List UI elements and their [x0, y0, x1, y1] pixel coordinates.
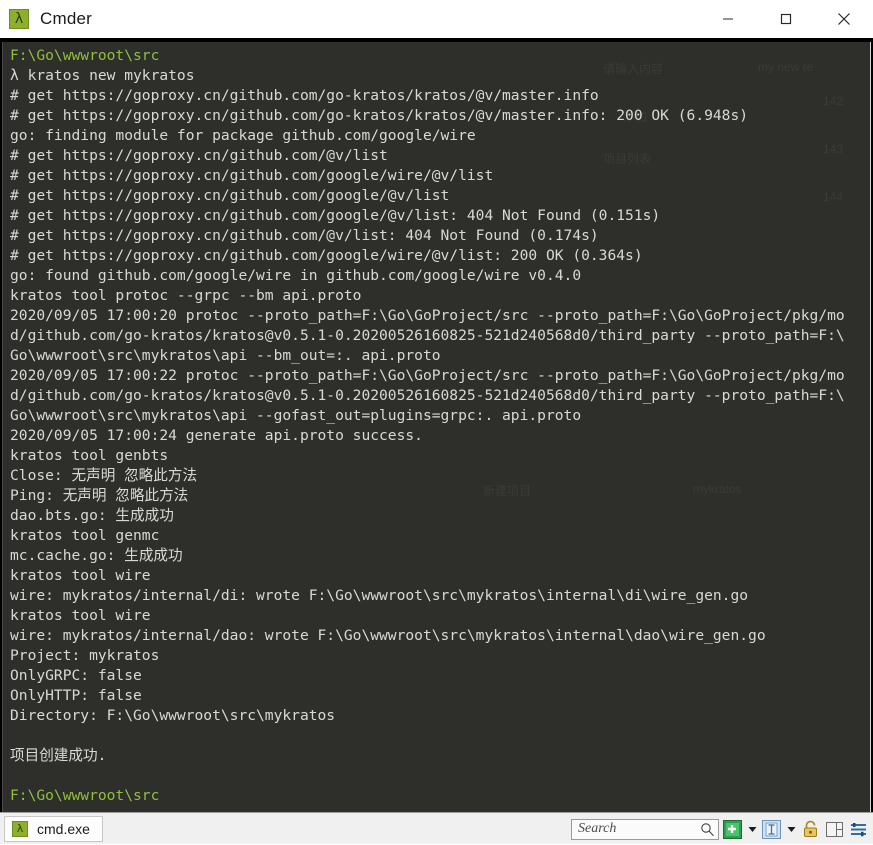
new-console-dropdown[interactable]	[746, 819, 758, 840]
split-panes-button[interactable]	[824, 819, 845, 840]
terminal-line: wire: mykratos/internal/di: wrote F:\Go\…	[10, 587, 749, 604]
terminal-line: # get https://goproxy.cn/github.com/@v/l…	[10, 147, 388, 164]
terminal-line: 2020/09/05 17:00:22 protoc --proto_path=…	[10, 367, 845, 384]
minimize-icon[interactable]	[699, 0, 757, 38]
new-console-button[interactable]	[722, 819, 743, 840]
window-title: Cmder	[40, 9, 93, 28]
terminal-line: Project: mykratos	[10, 647, 160, 664]
terminal-line: mc.cache.go: 生成成功	[10, 547, 183, 564]
status-bar-tools	[571, 813, 869, 845]
window-mode-dropdown[interactable]	[785, 819, 797, 840]
terminal-line: kratos tool protoc --grpc --bm api.proto	[10, 287, 362, 304]
terminal-line: OnlyGRPC: false	[10, 667, 142, 684]
terminal-line: # get https://goproxy.cn/github.com/goog…	[10, 167, 494, 184]
settings-button[interactable]	[848, 819, 869, 840]
terminal-line: # get https://goproxy.cn/github.com/goog…	[10, 207, 661, 224]
tab-cmd-exe[interactable]: λ cmd.exe	[4, 815, 103, 842]
terminal-line: go: finding module for package github.co…	[10, 127, 476, 144]
terminal-area: 请输入内容 my new re 添加 142 143 项目列表 144 新建项目 mykrato…	[0, 38, 873, 812]
lambda-icon: λ	[9, 9, 29, 29]
search-input[interactable]	[578, 821, 700, 837]
terminal-line: kratos tool wire	[10, 607, 151, 624]
terminal-line: Close: 无声明 忽略此方法	[10, 467, 198, 484]
terminal-line: dao.bts.go: 生成成功	[10, 507, 174, 524]
close-icon[interactable]	[815, 0, 873, 38]
terminal-line: # get https://goproxy.cn/github.com/goog…	[10, 247, 643, 264]
terminal-line: 项目创建成功.	[10, 747, 107, 764]
window-controls	[699, 0, 873, 38]
terminal-surface[interactable]: 请输入内容 my new re 添加 142 143 项目列表 144 新建项目 mykrato…	[2, 42, 871, 812]
terminal-line: d/github.com/go-kratos/kratos@v0.5.1-0.2…	[10, 327, 845, 344]
title-bar[interactable]: λ Cmder	[0, 0, 873, 38]
terminal-line: 2020/09/05 17:00:20 protoc --proto_path=…	[10, 307, 845, 324]
terminal-line: Directory: F:\Go\wwwroot\src\mykratos	[10, 707, 336, 724]
terminal-line: # get https://goproxy.cn/github.com/go-k…	[10, 107, 749, 124]
terminal-output: F:\Go\wwwroot\src λ kratos new mykratos # …	[10, 46, 870, 812]
search-box[interactable]	[571, 818, 719, 840]
maximize-icon[interactable]	[757, 0, 815, 38]
terminal-line: kratos tool wire	[10, 567, 151, 584]
terminal-line: # get https://goproxy.cn/github.com/goog…	[10, 187, 450, 204]
terminal-line: kratos tool genmc	[10, 527, 160, 544]
status-bar: λ cmd.exe	[0, 812, 873, 844]
terminal-line: F:\Go\wwwroot\src	[10, 47, 160, 64]
lock-button[interactable]	[800, 819, 821, 840]
terminal-line: wire: mykratos/internal/dao: wrote F:\Go…	[10, 627, 766, 644]
terminal-line: d/github.com/go-kratos/kratos@v0.5.1-0.2…	[10, 387, 845, 404]
terminal-line: F:\Go\wwwroot\src	[10, 787, 160, 804]
tab-label: cmd.exe	[37, 820, 90, 837]
window-mode-button[interactable]	[761, 819, 782, 840]
terminal-line: # get https://goproxy.cn/github.com/@v/l…	[10, 227, 599, 244]
title-bar-left: λ Cmder	[0, 9, 92, 29]
terminal-line: λ kratos new mykratos	[10, 67, 195, 84]
terminal-line: 2020/09/05 17:00:24 generate api.proto s…	[10, 427, 423, 444]
terminal-line: Go\wwwroot\src\mykratos\api --gofast_out…	[10, 407, 582, 424]
terminal-line: Go\wwwroot\src\mykratos\api --bm_out=:. …	[10, 347, 441, 364]
cmder-window: λ Cmder 请输入内容 my new re 添加 142 143 项目列表 144 新建项…	[0, 0, 873, 844]
terminal-line: # get https://goproxy.cn/github.com/go-k…	[10, 87, 599, 104]
terminal-line: kratos tool genbts	[10, 447, 169, 464]
search-icon[interactable]	[700, 822, 715, 837]
lambda-icon: λ	[12, 820, 28, 837]
terminal-line: go: found github.com/google/wire in gith…	[10, 267, 582, 284]
terminal-line: Ping: 无声明 忽略此方法	[10, 487, 189, 504]
terminal-line: OnlyHTTP: false	[10, 687, 142, 704]
